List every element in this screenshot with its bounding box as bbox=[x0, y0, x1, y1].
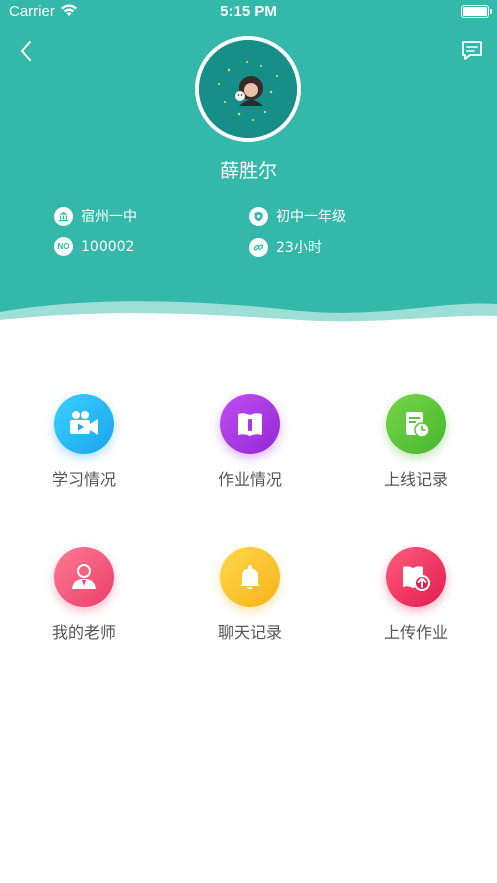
video-camera-icon bbox=[54, 394, 114, 454]
chat-bubble-icon bbox=[462, 41, 482, 60]
battery-icon bbox=[461, 5, 492, 18]
book-icon bbox=[220, 394, 280, 454]
student-name: 薛胜尔 bbox=[219, 160, 277, 182]
number-badge-icon: NO bbox=[54, 237, 73, 256]
menu-label: 上传作业 bbox=[383, 623, 448, 642]
menu-upload-homework[interactable]: 上传作业 bbox=[356, 547, 476, 643]
chevron-left-icon bbox=[21, 41, 31, 61]
clock: 5:15 PM bbox=[220, 3, 277, 20]
menu-label: 我的老师 bbox=[51, 623, 116, 642]
link-icon bbox=[249, 237, 268, 257]
upload-book-icon bbox=[386, 547, 446, 607]
menu-label: 聊天记录 bbox=[217, 623, 282, 642]
status-bar: Carrier 5:15 PM bbox=[0, 0, 497, 26]
menu-homework-status[interactable]: 作业情况 bbox=[190, 394, 310, 490]
back-button[interactable] bbox=[14, 38, 40, 64]
school-icon bbox=[54, 206, 73, 226]
school-name: 宿州一中 bbox=[81, 209, 137, 225]
duration-info: 23小时 bbox=[249, 237, 322, 257]
teacher-icon bbox=[54, 547, 114, 607]
bell-icon bbox=[220, 547, 280, 607]
menu-chat-records[interactable]: 聊天记录 bbox=[190, 547, 310, 643]
grade-info: 初中一年级 bbox=[249, 206, 346, 226]
menu-label: 学习情况 bbox=[51, 470, 116, 489]
menu-study-status[interactable]: 学习情况 bbox=[24, 394, 144, 490]
document-clock-icon bbox=[386, 394, 446, 454]
shield-icon bbox=[249, 206, 268, 226]
student-number: 100002 bbox=[81, 238, 135, 255]
grade-label: 初中一年级 bbox=[276, 209, 346, 225]
number-info: NO 100002 bbox=[54, 237, 134, 256]
menu-my-teacher[interactable]: 我的老师 bbox=[24, 547, 144, 643]
menu-label: 上线记录 bbox=[383, 470, 448, 489]
avatar[interactable] bbox=[195, 36, 301, 142]
online-duration: 23小时 bbox=[276, 240, 322, 256]
menu-label: 作业情况 bbox=[217, 470, 282, 489]
avatar-image bbox=[199, 40, 297, 138]
message-button[interactable] bbox=[459, 38, 485, 64]
header-wave bbox=[0, 301, 497, 330]
school-info: 宿州一中 bbox=[54, 206, 137, 226]
menu-online-records[interactable]: 上线记录 bbox=[356, 394, 476, 490]
